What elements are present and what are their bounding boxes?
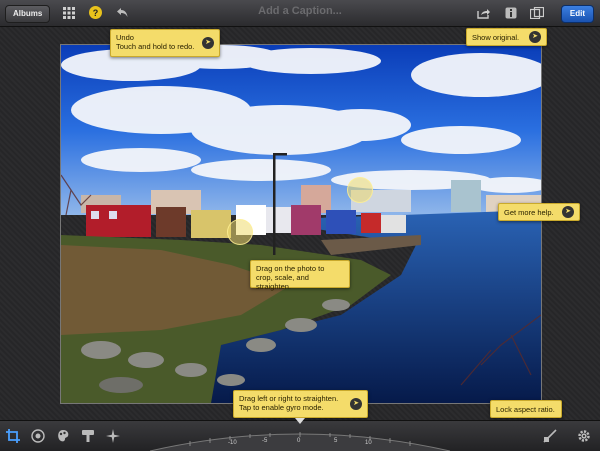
more-help-tip: Get more help. ➤ <box>498 203 580 221</box>
drag-photo-line2: crop, scale, and straighten. <box>256 273 309 291</box>
caption-field[interactable]: Add a Caption... <box>200 5 400 17</box>
show-original-tip: Show original. ➤ <box>466 28 547 46</box>
compare-icon[interactable] <box>529 5 545 21</box>
touch-hint-spot <box>347 177 373 203</box>
albums-button[interactable]: Albums <box>5 5 51 23</box>
question-icon[interactable]: ? <box>89 6 102 19</box>
dial-pointer-icon <box>295 418 305 424</box>
undo-tip-title: Undo <box>116 33 134 42</box>
undo-tip-body: Touch and hold to redo. <box>116 42 195 51</box>
crop-icon[interactable] <box>4 427 22 445</box>
dial-label: 0 <box>297 438 301 444</box>
straighten-tip: Drag left or right to straighten. Tap to… <box>233 390 368 418</box>
share-icon[interactable] <box>476 5 492 21</box>
arrow-right-icon[interactable]: ➤ <box>562 206 574 218</box>
dial-label: 10 <box>365 440 372 446</box>
arrow-right-icon[interactable]: ➤ <box>529 31 541 43</box>
bottom-toolbar: -10 -5 0 5 10 <box>0 420 600 451</box>
photo[interactable] <box>60 44 542 404</box>
top-toolbar: Albums ? Add a Caption... Edit <box>0 0 600 27</box>
dial-label: -10 <box>228 440 237 446</box>
straighten-line1: Drag left or right to straighten. <box>239 394 339 403</box>
edit-button[interactable]: Edit <box>560 5 594 23</box>
undo-tip: Undo Touch and hold to redo. ➤ <box>110 29 220 57</box>
effects-icon[interactable] <box>104 427 122 445</box>
aspect-lock-icon[interactable] <box>541 427 559 445</box>
dial-label: 5 <box>334 438 338 444</box>
lock-aspect-tip: Lock aspect ratio. <box>490 400 562 418</box>
undo-icon[interactable] <box>114 5 130 21</box>
grid-icon[interactable] <box>61 5 77 21</box>
exposure-icon[interactable] <box>29 427 47 445</box>
straighten-line2: Tap to enable gyro mode. <box>239 403 324 412</box>
arrow-right-icon[interactable]: ➤ <box>350 398 362 410</box>
color-icon[interactable] <box>54 427 72 445</box>
drag-photo-line1: Drag on the photo to <box>256 264 325 273</box>
lock-aspect-text: Lock aspect ratio. <box>496 405 555 414</box>
touch-hint-spot <box>227 219 253 245</box>
brushes-icon[interactable] <box>79 427 97 445</box>
drag-photo-tip: Drag on the photo to crop, scale, and st… <box>250 260 350 291</box>
info-icon[interactable] <box>503 5 519 21</box>
gear-icon[interactable] <box>575 427 593 445</box>
straighten-dial[interactable]: -10 -5 0 5 10 <box>150 423 450 451</box>
dial-label: -5 <box>262 438 268 444</box>
arrow-right-icon[interactable]: ➤ <box>202 37 214 49</box>
